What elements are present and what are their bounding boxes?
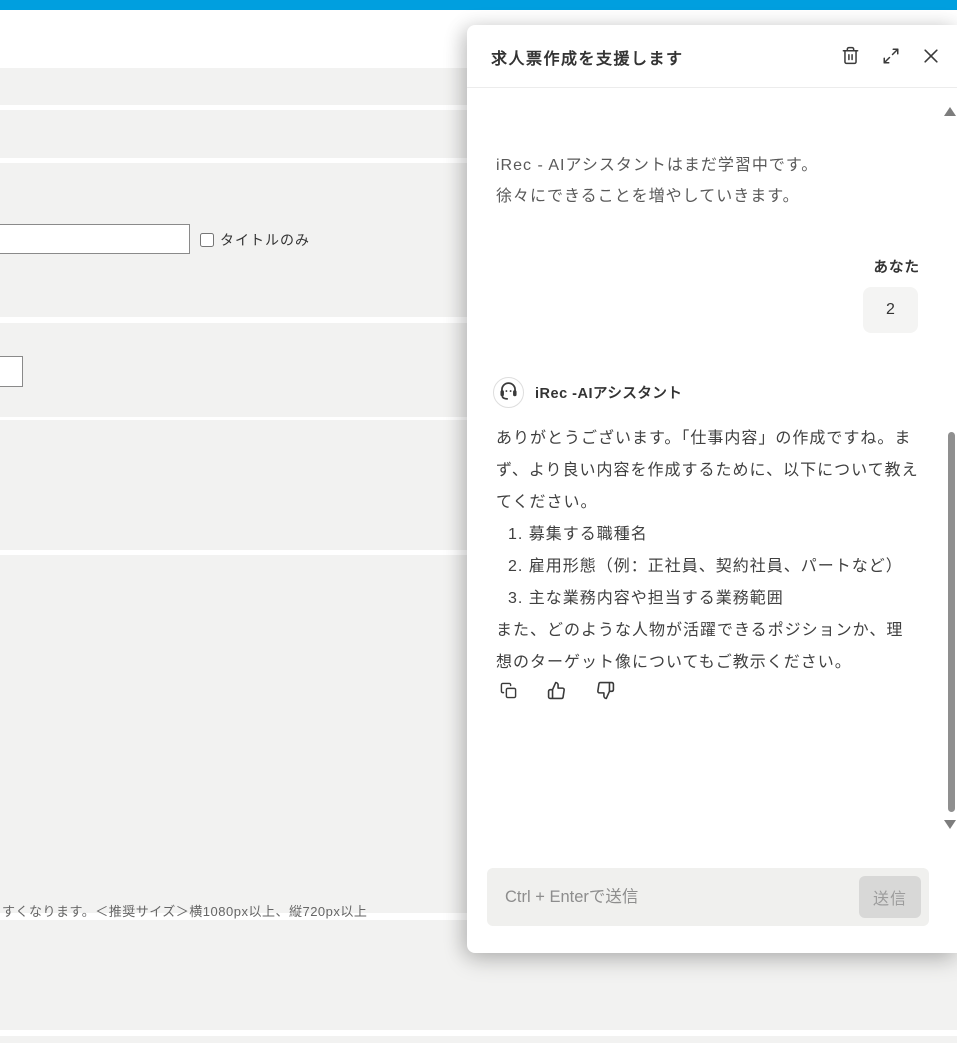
background-row <box>0 1036 957 1043</box>
scrollbar-up-button[interactable] <box>944 107 956 116</box>
assistant-paragraph-1: ありがとうございます。「仕事内容」の作成ですね。まず、より良い内容を作成するため… <box>496 423 920 519</box>
scrollbar-down-button[interactable] <box>944 820 956 829</box>
thumbs-down-icon <box>596 681 615 703</box>
title-only-label: タイトルのみ <box>220 230 310 250</box>
user-message-text: 2 <box>886 301 895 319</box>
assistant-message: ありがとうございます。「仕事内容」の作成ですね。まず、より良い内容を作成するため… <box>496 423 920 679</box>
expand-icon <box>882 47 900 68</box>
chat-assistant-panel: 求人票作成を支援します <box>467 25 957 953</box>
user-label: あなた <box>874 256 921 277</box>
copy-icon <box>500 682 517 702</box>
headset-agent-icon <box>498 380 519 406</box>
intro-line-2: 徐々にできることを増やしていきます。 <box>496 181 818 212</box>
assistant-paragraph-2: また、どのような人物が活躍できるポジションか、理想のターゲット像についてもご教示… <box>496 615 920 679</box>
top-accent-bar <box>0 0 957 10</box>
keyword-input[interactable] <box>0 224 190 254</box>
message-actions <box>500 681 615 703</box>
intro-line-1: iRec - AIアシスタントはまだ学習中です。 <box>496 150 818 181</box>
send-button[interactable]: 送信 <box>859 876 921 918</box>
assistant-list-item: 1. 募集する職種名 <box>508 519 920 551</box>
upload-helper-text: すくなります。＜推奨サイズ＞横1080px以上、縦720px以上 <box>2 901 367 920</box>
assistant-list-item: 2. 雇用形態（例：正社員、契約社員、パートなど） <box>508 551 920 583</box>
expand-chat-button[interactable] <box>879 45 903 69</box>
close-icon <box>921 46 941 69</box>
assistant-list-item: 3. 主な業務内容や担当する業務範囲 <box>508 583 920 615</box>
chat-composer: 送信 <box>487 868 929 926</box>
thumbs-up-icon <box>547 681 566 703</box>
assistant-list: 1. 募集する職種名 2. 雇用形態（例：正社員、契約社員、パートなど） 3. … <box>508 519 920 615</box>
chat-panel-title: 求人票作成を支援します <box>491 25 684 88</box>
intro-message: iRec - AIアシスタントはまだ学習中です。 徐々にできることを増やしていき… <box>496 150 818 212</box>
title-only-checkbox[interactable] <box>200 233 214 247</box>
assistant-avatar <box>493 377 524 408</box>
thumbs-down-button[interactable] <box>596 681 615 703</box>
clear-chat-button[interactable] <box>838 45 862 69</box>
copy-button[interactable] <box>500 681 517 703</box>
title-only-option[interactable]: タイトルのみ <box>200 230 310 250</box>
chat-input[interactable] <box>487 868 859 926</box>
partial-input-box[interactable] <box>0 356 23 387</box>
trash-icon <box>841 46 860 68</box>
assistant-name: iRec -AIアシスタント <box>535 382 682 403</box>
scrollbar-thumb[interactable] <box>948 432 955 812</box>
page: タイトルのみ すくなります。＜推奨サイズ＞横1080px以上、縦720px以上 … <box>0 0 957 1043</box>
thumbs-up-button[interactable] <box>547 681 566 703</box>
chat-panel-header: 求人票作成を支援します <box>467 25 957 88</box>
assistant-header: iRec -AIアシスタント <box>493 377 682 408</box>
user-message-bubble: 2 <box>863 287 918 333</box>
close-chat-button[interactable] <box>919 45 943 69</box>
